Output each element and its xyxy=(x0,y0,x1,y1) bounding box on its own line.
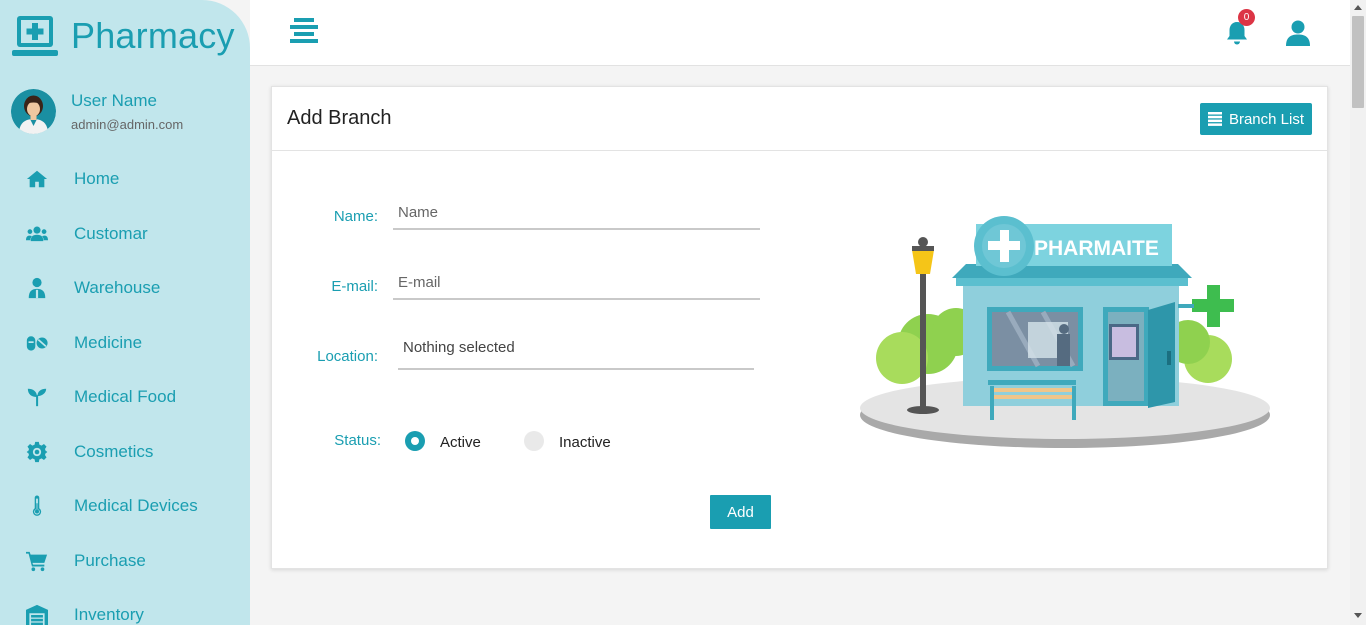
status-inactive-radio[interactable] xyxy=(524,431,544,451)
page-scrollbar[interactable] xyxy=(1350,0,1366,625)
avatar xyxy=(11,89,56,134)
pharmacy-illustration: PHARMAITE xyxy=(860,216,1270,448)
top-bar: 0 xyxy=(250,0,1350,66)
sidebar-item-label: Medicine xyxy=(74,332,143,352)
user-email: admin@admin.com xyxy=(71,117,184,132)
scroll-up-icon[interactable] xyxy=(1354,5,1362,10)
sidebar-item-label: Purchase xyxy=(74,550,146,570)
home-icon xyxy=(0,168,74,190)
sidebar-item-label: Customar xyxy=(74,223,148,243)
user-name: User Name xyxy=(71,91,157,110)
laptop-medical-icon xyxy=(12,16,58,56)
status-label: Status: xyxy=(334,432,381,449)
status-active-label: Active xyxy=(440,434,481,451)
name-label: Name: xyxy=(333,208,378,225)
users-icon xyxy=(0,223,74,245)
sidebar-item-label: Inventory xyxy=(74,605,144,625)
email-label: E-mail: xyxy=(331,278,378,295)
add-button[interactable]: Add xyxy=(710,495,771,529)
sidebar: Pharmacy User Name admin@admin.com Home xyxy=(0,0,250,625)
branch-list-label: Branch List xyxy=(1228,110,1304,128)
seedling-icon xyxy=(0,386,74,408)
list-icon xyxy=(1207,112,1222,126)
sidebar-item-medicine[interactable]: Medicine xyxy=(0,316,250,371)
pills-icon xyxy=(0,332,74,354)
sidebar-item-customar[interactable]: Customar xyxy=(0,207,250,262)
sidebar-item-warehouse[interactable]: Warehouse xyxy=(0,261,250,316)
status-active-radio[interactable] xyxy=(405,431,425,451)
sidebar-item-label: Cosmetics xyxy=(74,441,154,461)
notification-badge: 0 xyxy=(1238,9,1255,26)
sidebar-item-cosmetics[interactable]: Cosmetics xyxy=(0,425,250,480)
user-doctor-icon xyxy=(0,277,74,299)
sidebar-item-home[interactable]: Home xyxy=(0,152,250,207)
sidebar-item-label: Home xyxy=(74,169,120,189)
user-profile[interactable]: User Name admin@admin.com xyxy=(11,89,183,134)
brand-name: Pharmacy xyxy=(71,15,235,56)
status-inactive-label: Inactive xyxy=(559,434,611,451)
email-input[interactable] xyxy=(393,267,760,300)
sidebar-item-label: Medical Devices xyxy=(74,496,198,516)
card-header: Add Branch Branch List xyxy=(272,87,1327,151)
gear-icon xyxy=(0,441,74,463)
sidebar-item-inventory[interactable]: Inventory xyxy=(0,588,250,625)
sidebar-menu: Home Customar Warehouse Medicine Medical… xyxy=(0,152,250,625)
location-label: Location: xyxy=(317,348,378,365)
menu-toggle-icon[interactable] xyxy=(290,18,318,44)
sidebar-item-label: Warehouse xyxy=(74,278,161,298)
brand[interactable]: Pharmacy xyxy=(12,14,235,58)
add-branch-card: Add Branch Branch List Name: E-mail: Loc… xyxy=(271,86,1328,569)
user-icon[interactable] xyxy=(1286,20,1310,46)
branch-list-button[interactable]: Branch List xyxy=(1199,103,1312,135)
sidebar-item-label: Medical Food xyxy=(74,387,177,407)
sidebar-item-medical-devices[interactable]: Medical Devices xyxy=(0,479,250,534)
cart-icon xyxy=(0,550,74,572)
sidebar-item-medical-food[interactable]: Medical Food xyxy=(0,370,250,425)
scroll-down-icon[interactable] xyxy=(1354,613,1362,618)
name-input[interactable] xyxy=(393,197,760,230)
sidebar-item-purchase[interactable]: Purchase xyxy=(0,534,250,589)
thermometer-icon xyxy=(0,495,74,517)
page-title: Add Branch xyxy=(287,107,392,129)
scroll-thumb[interactable] xyxy=(1352,16,1364,108)
warehouse-icon xyxy=(0,604,74,625)
sign-text: PHARMAITE xyxy=(1034,237,1159,260)
location-select[interactable]: Nothing selected xyxy=(398,339,754,370)
